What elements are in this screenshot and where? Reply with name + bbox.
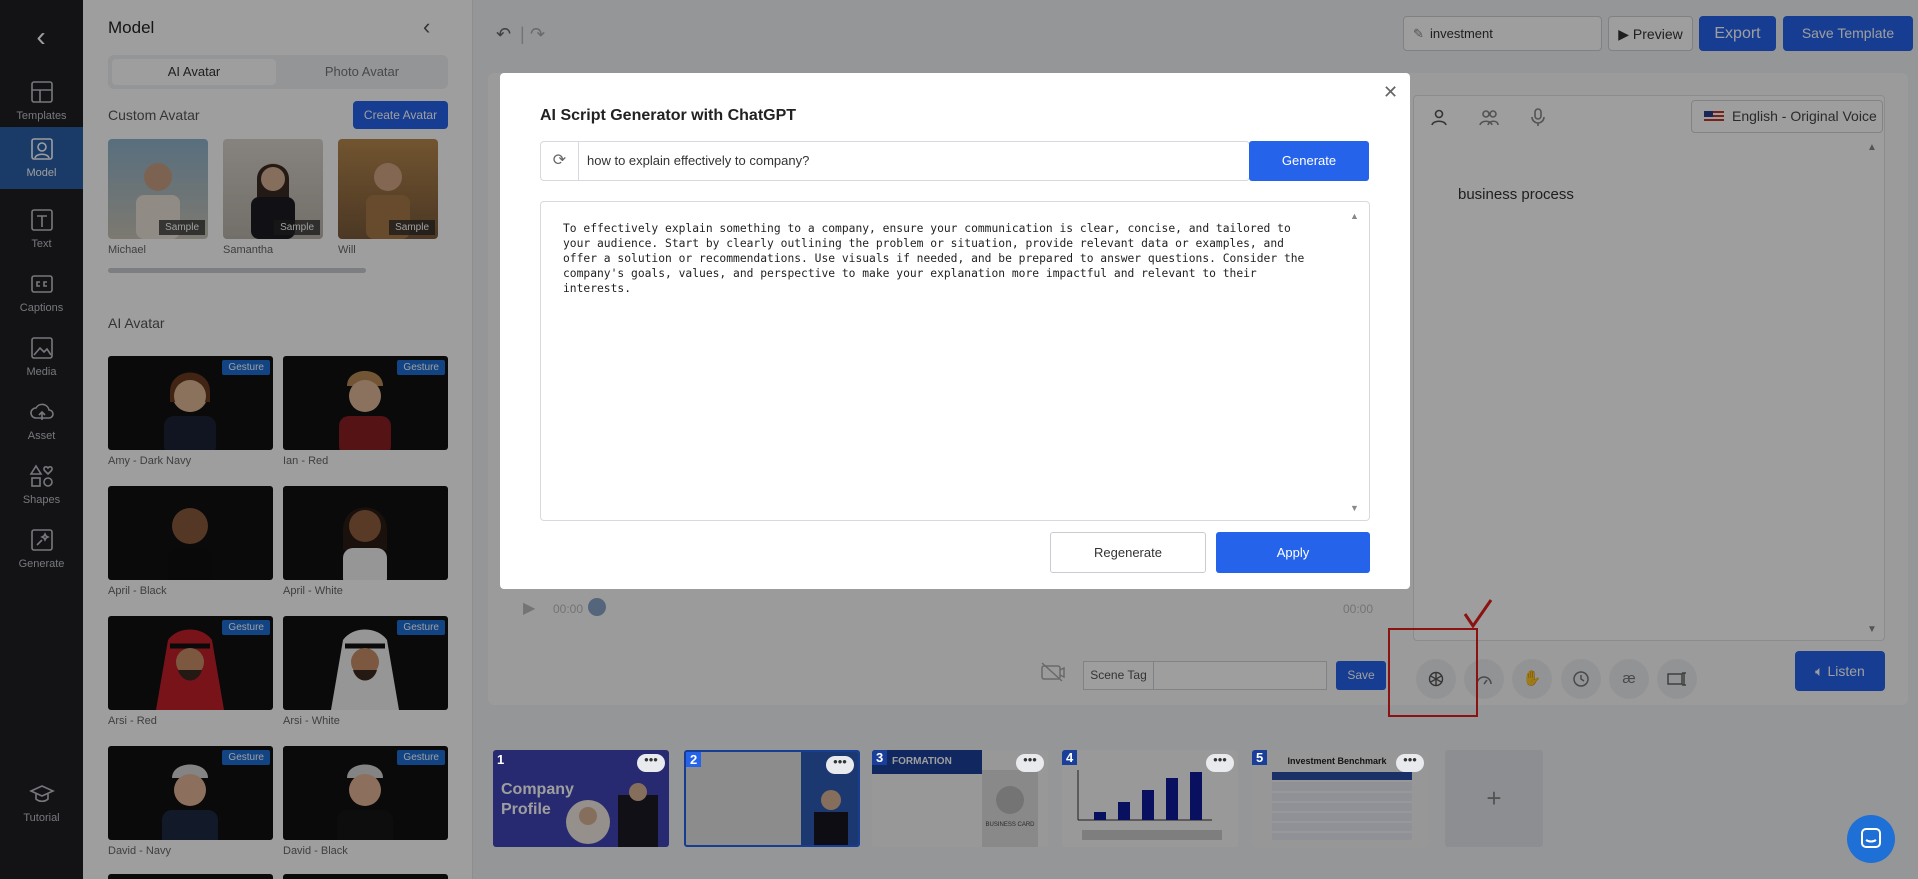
refresh-icon[interactable]: ⟳ — [541, 142, 579, 180]
modal-title: AI Script Generator with ChatGPT — [540, 107, 797, 124]
more-options-icon[interactable]: ••• — [826, 755, 854, 774]
scene-number: 4 — [1062, 750, 1078, 765]
chat-icon — [1861, 828, 1881, 848]
more-options-icon[interactable]: ••• — [1206, 753, 1234, 772]
scroll-down-arrow-icon[interactable]: ▼ — [1350, 503, 1359, 513]
support-chat-button[interactable] — [1847, 815, 1895, 863]
generated-script-text: To effectively explain something to a co… — [563, 222, 1305, 295]
scene-number: 5 — [1252, 750, 1268, 765]
scroll-up-arrow-icon[interactable]: ▲ — [1350, 211, 1359, 221]
more-options-icon[interactable]: ••• — [1016, 753, 1044, 772]
scene-number: 2 — [686, 752, 702, 767]
scene-number: 1 — [497, 752, 505, 767]
apply-button[interactable]: Apply — [1216, 532, 1370, 573]
regenerate-button[interactable]: Regenerate — [1050, 532, 1206, 573]
scene-number: 3 — [872, 750, 888, 765]
generate-button[interactable]: Generate — [1249, 141, 1369, 181]
prompt-value: how to explain effectively to company? — [587, 153, 810, 168]
close-icon[interactable]: ✕ — [1383, 82, 1398, 103]
more-options-icon[interactable]: ••• — [637, 753, 665, 772]
more-options-icon[interactable]: ••• — [1396, 753, 1424, 772]
